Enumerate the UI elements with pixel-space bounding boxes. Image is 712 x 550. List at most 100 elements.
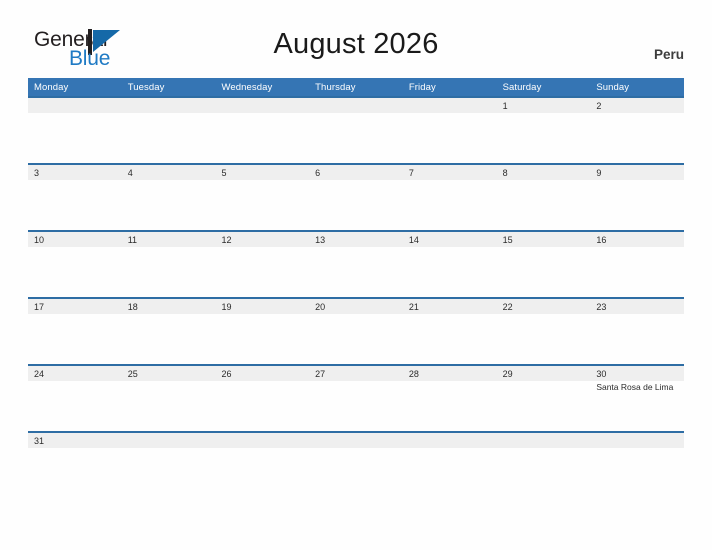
calendar-day-cell[interactable]: 9 bbox=[590, 165, 685, 230]
calendar-day-cell[interactable]: 23 bbox=[590, 299, 685, 364]
calendar-day-cell[interactable]: 20 bbox=[309, 299, 403, 364]
calendar-week-row: 10 11 12 13 14 15 16 bbox=[28, 230, 685, 297]
day-number: 9 bbox=[590, 165, 685, 180]
day-number: 7 bbox=[402, 165, 497, 180]
weekday-header-row: Monday Tuesday Wednesday Thursday Friday… bbox=[28, 78, 684, 96]
calendar-day-cell-empty bbox=[121, 433, 216, 498]
day-number: 3 bbox=[28, 165, 122, 180]
day-number: 6 bbox=[309, 165, 403, 180]
calendar-day-cell[interactable]: 28 bbox=[402, 366, 497, 431]
calendar-day-cell-empty bbox=[215, 98, 310, 163]
day-number bbox=[402, 433, 497, 448]
calendar-day-cell-empty bbox=[590, 433, 685, 498]
day-number: 22 bbox=[496, 299, 591, 314]
day-number bbox=[215, 433, 310, 448]
day-events bbox=[122, 448, 216, 449]
calendar-day-cell[interactable]: 26 bbox=[215, 366, 310, 431]
day-number bbox=[121, 433, 216, 448]
day-number: 31 bbox=[28, 433, 122, 448]
calendar-day-cell[interactable]: 13 bbox=[309, 232, 403, 297]
page-header: General Blue August 2026 Peru bbox=[0, 0, 712, 76]
calendar-day-cell[interactable]: 12 bbox=[215, 232, 310, 297]
calendar-page: General Blue August 2026 Peru Monday Tue… bbox=[0, 0, 712, 550]
day-events bbox=[122, 113, 216, 114]
calendar-day-cell[interactable]: 30 Santa Rosa de Lima bbox=[590, 366, 685, 431]
day-number: 30 bbox=[590, 366, 685, 381]
day-number: 5 bbox=[215, 165, 310, 180]
calendar-day-cell[interactable]: 6 bbox=[309, 165, 403, 230]
day-events bbox=[590, 247, 684, 248]
calendar-day-cell-empty bbox=[28, 98, 122, 163]
calendar-day-cell-empty bbox=[121, 98, 216, 163]
calendar-day-cell[interactable]: 22 bbox=[496, 299, 591, 364]
day-events bbox=[403, 448, 497, 449]
calendar-day-cell[interactable]: 2 bbox=[590, 98, 685, 163]
calendar-week-row: 24 25 26 27 28 29 30 Santa Rosa de Lima bbox=[28, 364, 685, 431]
day-events bbox=[309, 113, 403, 114]
calendar-day-cell[interactable]: 31 bbox=[28, 433, 122, 498]
calendar-day-cell[interactable]: 1 bbox=[496, 98, 591, 163]
calendar-day-cell[interactable]: 4 bbox=[121, 165, 216, 230]
calendar-day-cell[interactable]: 19 bbox=[215, 299, 310, 364]
calendar-day-cell[interactable]: 21 bbox=[402, 299, 497, 364]
day-number: 18 bbox=[121, 299, 216, 314]
calendar-day-cell[interactable]: 7 bbox=[402, 165, 497, 230]
day-events bbox=[403, 247, 497, 248]
day-number: 15 bbox=[496, 232, 591, 247]
day-events bbox=[309, 247, 403, 248]
calendar-day-cell[interactable]: 27 bbox=[309, 366, 403, 431]
weekday-header-saturday: Saturday bbox=[502, 81, 542, 93]
day-events bbox=[215, 113, 309, 114]
day-events bbox=[309, 381, 403, 382]
day-events bbox=[28, 180, 122, 181]
calendar-week-cells: 10 11 12 13 14 15 16 bbox=[28, 232, 685, 297]
calendar-day-cell[interactable]: 5 bbox=[215, 165, 310, 230]
day-events bbox=[122, 180, 216, 181]
calendar-week-row: 31 bbox=[28, 431, 685, 498]
day-events bbox=[215, 381, 309, 382]
day-events bbox=[28, 314, 122, 315]
day-events bbox=[122, 381, 216, 382]
day-events bbox=[309, 448, 403, 449]
calendar-day-cell[interactable]: 29 bbox=[496, 366, 591, 431]
calendar-day-cell[interactable]: 10 bbox=[28, 232, 122, 297]
day-events bbox=[403, 314, 497, 315]
calendar-week-cells: 17 18 19 20 21 22 23 bbox=[28, 299, 685, 364]
calendar-day-cell[interactable]: 3 bbox=[28, 165, 122, 230]
weekday-header-wednesday: Wednesday bbox=[221, 81, 273, 93]
day-events bbox=[497, 113, 591, 114]
day-events bbox=[122, 314, 216, 315]
region-label: Peru bbox=[653, 47, 684, 62]
day-events bbox=[403, 381, 497, 382]
day-events bbox=[590, 113, 684, 114]
weekday-header-thursday: Thursday bbox=[315, 81, 356, 93]
calendar-day-cell-empty bbox=[496, 433, 591, 498]
day-number: 20 bbox=[309, 299, 403, 314]
day-number: 26 bbox=[215, 366, 310, 381]
day-number bbox=[28, 98, 122, 113]
calendar-day-cell[interactable]: 17 bbox=[28, 299, 122, 364]
calendar-day-cell-empty bbox=[402, 98, 497, 163]
day-events bbox=[28, 448, 122, 449]
calendar-week-row: 3456789 bbox=[28, 163, 685, 230]
calendar-day-cell[interactable]: 18 bbox=[121, 299, 216, 364]
calendar-day-cell[interactable]: 14 bbox=[402, 232, 497, 297]
day-events bbox=[28, 381, 122, 382]
day-number bbox=[215, 98, 310, 113]
day-events bbox=[215, 314, 309, 315]
calendar-day-cell[interactable]: 8 bbox=[496, 165, 591, 230]
calendar-day-cell[interactable]: 16 bbox=[590, 232, 685, 297]
weekday-header-friday: Friday bbox=[408, 81, 436, 93]
calendar-day-cell[interactable]: 25 bbox=[121, 366, 216, 431]
day-events bbox=[403, 180, 497, 181]
day-number bbox=[496, 433, 591, 448]
day-number: 8 bbox=[496, 165, 591, 180]
day-number: 12 bbox=[215, 232, 310, 247]
day-events bbox=[590, 448, 684, 449]
calendar-day-cell-empty bbox=[215, 433, 310, 498]
calendar-day-cell[interactable]: 24 bbox=[28, 366, 122, 431]
calendar-day-cell[interactable]: 15 bbox=[496, 232, 591, 297]
calendar-day-cell[interactable]: 11 bbox=[121, 232, 216, 297]
weekday-header-sunday: Sunday bbox=[596, 81, 630, 93]
day-events bbox=[215, 180, 309, 181]
